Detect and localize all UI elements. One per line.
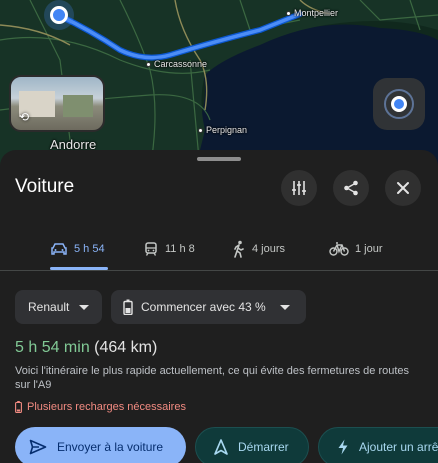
tune-icon: [292, 181, 306, 195]
tab-driving-label: 5 h 54: [74, 243, 105, 255]
share-icon: [344, 180, 358, 196]
route-options-button[interactable]: [281, 170, 317, 206]
start-navigation-label: Démarrer: [238, 440, 289, 454]
directions-sheet: Voiture 5 h 54 11 h 8 4 jours 1 jour Ren…: [0, 150, 438, 463]
divider: [0, 270, 438, 271]
send-icon: [29, 439, 47, 455]
street-view-trees: [63, 95, 93, 117]
charging-bolt-icon: [338, 439, 348, 455]
tab-cycling[interactable]: 1 jour: [329, 228, 383, 270]
battery-dropdown-label: Commencer avec 43 %: [141, 300, 266, 314]
street-view-thumbnail[interactable]: ⟲: [9, 75, 105, 132]
route-distance: (464 km): [94, 339, 158, 356]
battery-low-icon: [15, 401, 22, 413]
city-label-carcassonne[interactable]: Carcassonne: [146, 59, 207, 69]
city-dot: [198, 128, 203, 134]
vehicle-dropdown-label: Renault: [28, 300, 70, 314]
add-stop-button[interactable]: Ajouter un arrêt: [318, 427, 438, 463]
route-duration: 5 h 54 min: [15, 339, 90, 356]
sheet-title: Voiture: [15, 176, 75, 197]
city-label-montpellier[interactable]: Montpellier: [286, 8, 338, 18]
charging-warning: Plusieurs recharges nécessaires: [15, 401, 186, 413]
battery-icon: [123, 299, 133, 315]
bike-icon: [329, 242, 349, 256]
tab-transit-label: 11 h 8: [165, 243, 195, 255]
tab-walking-label: 4 jours: [252, 243, 286, 255]
drag-handle[interactable]: [197, 157, 241, 161]
city-label-perpignan[interactable]: Perpignan: [198, 125, 247, 135]
chevron-down-icon: [79, 304, 90, 310]
transit-icon: [145, 242, 157, 256]
origin-marker-icon[interactable]: [50, 6, 68, 24]
car-icon: [51, 243, 67, 255]
city-name: Montpellier: [294, 8, 339, 18]
close-icon: [397, 182, 409, 194]
tab-walking[interactable]: 4 jours: [232, 228, 285, 270]
city-name: Perpignan: [206, 125, 248, 135]
battery-dropdown[interactable]: Commencer avec 43 %: [111, 290, 306, 324]
start-navigation-button[interactable]: Démarrer: [195, 427, 309, 463]
charging-warning-text: Plusieurs recharges nécessaires: [27, 401, 186, 413]
tab-transit[interactable]: 11 h 8: [143, 228, 195, 270]
add-stop-label: Ajouter un arrêt: [359, 440, 438, 454]
send-to-car-label: Envoyer à la voiture: [57, 440, 164, 454]
share-button[interactable]: [333, 170, 369, 206]
route-summary: 5 h 54 min (464 km): [15, 339, 157, 357]
city-dot: [286, 11, 291, 17]
walk-icon: [234, 240, 244, 258]
chevron-down-icon: [279, 304, 290, 310]
city-name: Carcassonne: [154, 59, 208, 69]
travel-mode-tabs: 5 h 54 11 h 8 4 jours 1 jour: [0, 228, 438, 270]
rotate-360-icon: ⟲: [19, 110, 30, 124]
send-to-car-button[interactable]: Envoyer à la voiture: [15, 427, 186, 463]
my-location-button[interactable]: [373, 78, 425, 130]
tab-driving[interactable]: 5 h 54: [50, 228, 105, 270]
navigation-arrow-icon: [214, 439, 228, 455]
city-dot: [146, 62, 151, 68]
location-ring: [384, 89, 414, 119]
tab-cycling-label: 1 jour: [355, 243, 383, 255]
close-button[interactable]: [385, 170, 421, 206]
route-description: Voici l'itinéraire le plus rapide actuel…: [15, 365, 410, 391]
vehicle-dropdown[interactable]: Renault: [15, 290, 102, 324]
map-view[interactable]: Montpellier Carcassonne Perpignan Andorr…: [0, 0, 438, 170]
